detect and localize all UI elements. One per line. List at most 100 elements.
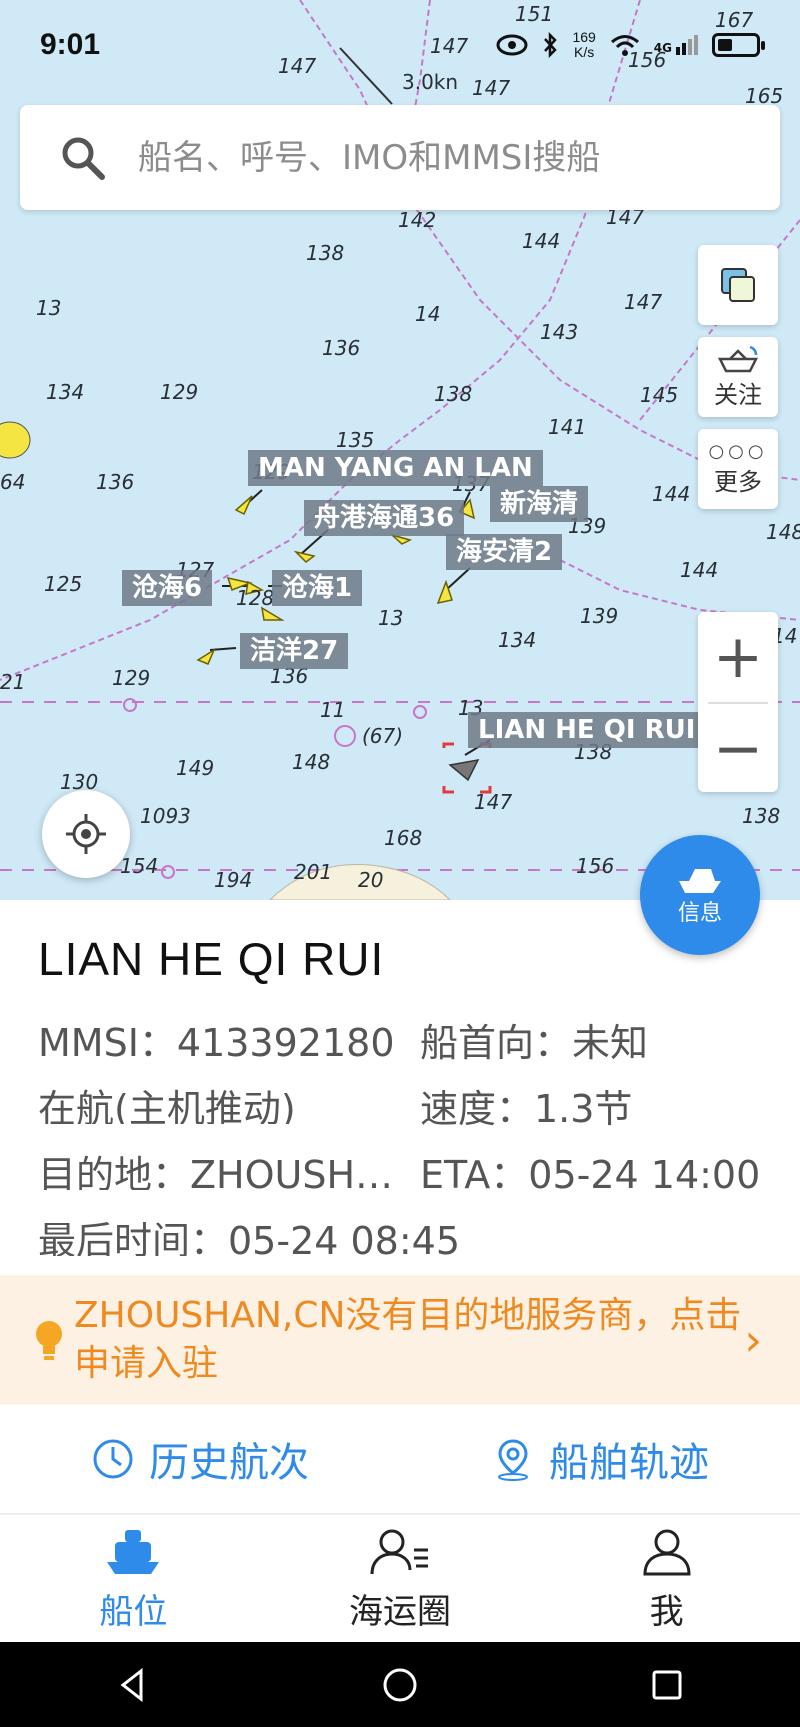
depth-sounding: 1093 — [140, 804, 191, 828]
search-bar[interactable] — [20, 105, 780, 210]
ship-icon — [679, 869, 721, 893]
eye-icon — [496, 34, 528, 56]
depth-sounding: 128 — [236, 586, 275, 610]
zoom-control: + − — [698, 612, 778, 792]
depth-sounding: 201 — [294, 860, 333, 884]
vessel-label[interactable]: MAN YANG AN LAN — [248, 450, 543, 486]
locate-button[interactable] — [42, 790, 130, 878]
depth-sounding: 21 — [0, 670, 26, 694]
depth-sounding: 129 — [112, 666, 151, 690]
banner-text: ZHOUSHAN,CN没有目的地服务商，点击申请入驻 — [74, 1295, 742, 1384]
recents-icon[interactable] — [647, 1665, 687, 1705]
lightbulb-icon — [36, 1321, 62, 1360]
history-voyages-label: 历史航次 — [149, 1440, 309, 1486]
search-input[interactable] — [138, 137, 780, 178]
depth-sounding: 20 — [358, 868, 384, 892]
vessel-label[interactable]: 海安清2 — [446, 534, 563, 570]
bottom-tab-bar: 船位 海运圈 我 — [0, 1517, 800, 1642]
tab-shipping-circle[interactable]: 海运圈 — [267, 1517, 534, 1642]
depth-sounding: 138 — [742, 804, 781, 828]
search-icon — [62, 137, 105, 180]
more-dots-icon: ○○○ — [708, 441, 768, 462]
crosshair-icon — [66, 814, 106, 854]
vessel-heading: 船首向：未知 — [420, 1021, 649, 1065]
vessel-nav-status: 在航(主机推动) — [38, 1087, 296, 1124]
layers-icon — [721, 268, 755, 302]
depth-sounding: 148 — [292, 750, 331, 774]
history-voyages-button[interactable]: 历史航次 — [0, 1405, 400, 1513]
ship-position-icon — [107, 1530, 160, 1574]
info-label: 信息 — [677, 901, 722, 926]
depth-sounding: 145 — [640, 383, 679, 407]
depth-sounding: 156 — [576, 854, 615, 878]
vessel-destination: 目的地：ZHOUSH… — [38, 1153, 394, 1190]
depth-sounding: 168 — [384, 826, 423, 850]
depth-sounding: 134 — [46, 380, 85, 404]
follow-ship-icon — [717, 345, 759, 372]
follow-button[interactable]: 关注 — [698, 337, 778, 417]
tab-ship-position[interactable]: 船位 — [0, 1517, 267, 1642]
info-button[interactable]: 信息 — [640, 835, 760, 955]
home-icon[interactable] — [380, 1665, 420, 1705]
depth-sounding: 129 — [160, 380, 199, 404]
depth-sounding: (67) — [362, 724, 404, 748]
vessel-name: LIAN HE QI RUI — [38, 933, 385, 985]
vessel-eta: ETA：05-24 14:00 — [420, 1153, 761, 1197]
zoom-out-button[interactable]: − — [698, 704, 778, 794]
nautical-chart-map[interactable]: 151 167 147 147 147 165 156 142 147 138 … — [0, 0, 800, 900]
follow-label: 关注 — [714, 380, 762, 409]
back-icon[interactable] — [113, 1665, 153, 1705]
vessel-label[interactable]: 沧海6 — [122, 570, 213, 606]
more-label: 更多 — [714, 468, 762, 496]
depth-sounding: 134 — [498, 628, 537, 652]
depth-sounding: 141 — [548, 415, 587, 439]
vessel-speed: 速度：1.3节 — [420, 1087, 633, 1131]
depth-sounding: 147 — [624, 290, 663, 314]
vessel-label[interactable]: 舟港海通36 — [304, 500, 465, 536]
depth-sounding: 142 — [398, 208, 437, 232]
more-button[interactable]: ○○○ 更多 — [698, 429, 778, 509]
bluetooth-icon — [544, 32, 558, 58]
user-icon — [643, 1529, 691, 1576]
depth-sounding: 147 — [474, 790, 513, 814]
system-nav-bar — [0, 1642, 800, 1727]
vessel-label[interactable]: 新海清 — [490, 486, 589, 522]
tab-label: 我 — [649, 1592, 684, 1632]
depth-sounding: 138 — [434, 382, 473, 406]
tab-label: 海运圈 — [349, 1592, 451, 1632]
depth-sounding: 148 — [766, 520, 800, 544]
depth-sounding: 154 — [120, 854, 159, 878]
depth-sounding: 13 — [36, 296, 62, 320]
depth-sounding: 138 — [306, 241, 345, 265]
cell-signal-icon: 4G — [654, 35, 698, 55]
wifi-icon — [610, 35, 639, 56]
depth-sounding: 11 — [320, 698, 346, 722]
depth-sounding: 136 — [322, 336, 361, 360]
destination-service-banner[interactable]: ZHOUSHAN,CN没有目的地服务商，点击申请入驻 › — [0, 1275, 800, 1405]
depth-sounding: 144 — [680, 558, 719, 582]
vessel-details: LIAN HE QI RUI MMSI：413392180 船首向：未知 在航(主… — [0, 900, 800, 1256]
community-icon — [370, 1529, 428, 1575]
depth-sounding: 13 — [378, 606, 404, 630]
status-icons: 169 K/s 4G — [496, 30, 765, 60]
vessel-last-time: 最后时间：05-24 08:45 — [38, 1219, 461, 1256]
vessel-label-selected[interactable]: LIAN HE QI RUI — [468, 712, 706, 748]
vessel-label[interactable]: 沧海1 — [272, 570, 363, 606]
tab-me[interactable]: 我 — [533, 1517, 800, 1642]
ship-track-button[interactable]: 船舶轨迹 — [400, 1405, 800, 1513]
clock-icon — [93, 1439, 133, 1479]
layers-button[interactable] — [698, 245, 778, 325]
ship-track-label: 船舶轨迹 — [549, 1440, 709, 1486]
tab-label: 船位 — [99, 1592, 168, 1632]
status-time: 9:01 — [40, 28, 101, 61]
depth-sounding: 139 — [580, 604, 619, 628]
depth-sounding: 143 — [540, 320, 579, 344]
location-pin-icon — [498, 1439, 528, 1481]
vessel-label[interactable]: 洁洋27 — [240, 633, 349, 669]
zoom-in-button[interactable]: + — [698, 612, 778, 702]
depth-sounding: 125 — [44, 572, 83, 596]
depth-sounding: 64 — [0, 470, 26, 494]
status-bar: 9:01 169 K/s 4G — [0, 0, 800, 90]
chevron-right-icon: › — [744, 1314, 762, 1366]
battery-icon — [712, 33, 765, 57]
